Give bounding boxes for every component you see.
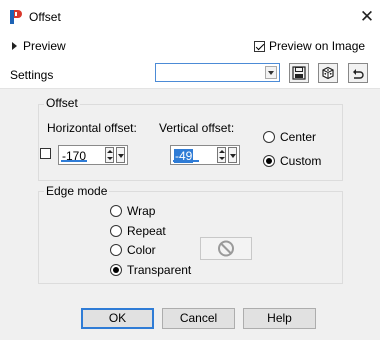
repeat-label: Repeat: [127, 224, 166, 238]
window-title: Offset: [29, 10, 61, 24]
center-option[interactable]: Center: [263, 130, 316, 144]
custom-option[interactable]: Custom: [263, 154, 321, 168]
radio-center[interactable]: [263, 131, 275, 143]
checkbox-checked-icon[interactable]: [254, 40, 265, 52]
floppy-disk-icon: [292, 66, 306, 80]
preview-on-image-checkbox[interactable]: Preview on Image: [254, 39, 365, 53]
value-underline: [173, 160, 199, 162]
radio-custom[interactable]: [263, 155, 275, 167]
radio-transparent[interactable]: [110, 264, 122, 276]
edge-color-swatch[interactable]: [200, 237, 252, 260]
link-offsets-checkbox[interactable]: [40, 148, 51, 159]
wrap-label: Wrap: [127, 204, 156, 218]
preview-toggle[interactable]: Preview: [12, 38, 66, 54]
undo-arrow-icon: [353, 69, 364, 79]
settings-dropdown[interactable]: [155, 63, 280, 82]
expand-arrow-icon: [12, 42, 17, 50]
custom-label: Custom: [280, 154, 322, 168]
color-label: Color: [127, 243, 156, 257]
preview-on-image-label: Preview on Image: [269, 39, 366, 53]
center-label: Center: [280, 130, 317, 144]
offset-group-title: Offset: [44, 96, 80, 110]
ok-button[interactable]: OK: [81, 308, 154, 329]
reset-button[interactable]: [348, 63, 368, 83]
edge-option-color[interactable]: Color: [110, 243, 156, 257]
edge-option-repeat[interactable]: Repeat: [110, 224, 166, 238]
spin-arrows-icon[interactable]: [105, 147, 114, 163]
app-logo-icon: [10, 10, 22, 24]
radio-color[interactable]: [110, 244, 122, 256]
settings-label: Settings: [10, 68, 54, 82]
radio-repeat[interactable]: [110, 225, 122, 237]
radio-wrap[interactable]: [110, 205, 122, 217]
chevron-down-icon[interactable]: [265, 66, 277, 79]
randomize-button[interactable]: [318, 63, 338, 83]
transparent-label: Transparent: [127, 263, 192, 277]
edge-option-wrap[interactable]: Wrap: [110, 204, 155, 218]
vertical-offset-label: Vertical offset:: [159, 121, 235, 135]
preview-label: Preview: [23, 39, 66, 53]
close-icon[interactable]: ✕: [356, 6, 378, 28]
chevron-down-icon[interactable]: [116, 147, 125, 163]
cancel-button[interactable]: Cancel: [162, 308, 235, 329]
vertical-offset-input[interactable]: -49: [170, 145, 240, 165]
horizontal-offset-label: Horizontal offset:: [47, 121, 137, 135]
save-preset-button[interactable]: [289, 63, 309, 83]
spin-arrows-icon[interactable]: [217, 147, 226, 163]
horizontal-offset-input[interactable]: -170: [58, 145, 128, 165]
value-underline: [61, 160, 87, 162]
dice-icon: [322, 66, 334, 80]
edge-mode-group-title: Edge mode: [44, 184, 110, 198]
help-button[interactable]: Help: [243, 308, 316, 329]
edge-option-transparent[interactable]: Transparent: [110, 263, 191, 277]
chevron-down-icon[interactable]: [228, 147, 237, 163]
no-color-icon: [218, 240, 234, 257]
